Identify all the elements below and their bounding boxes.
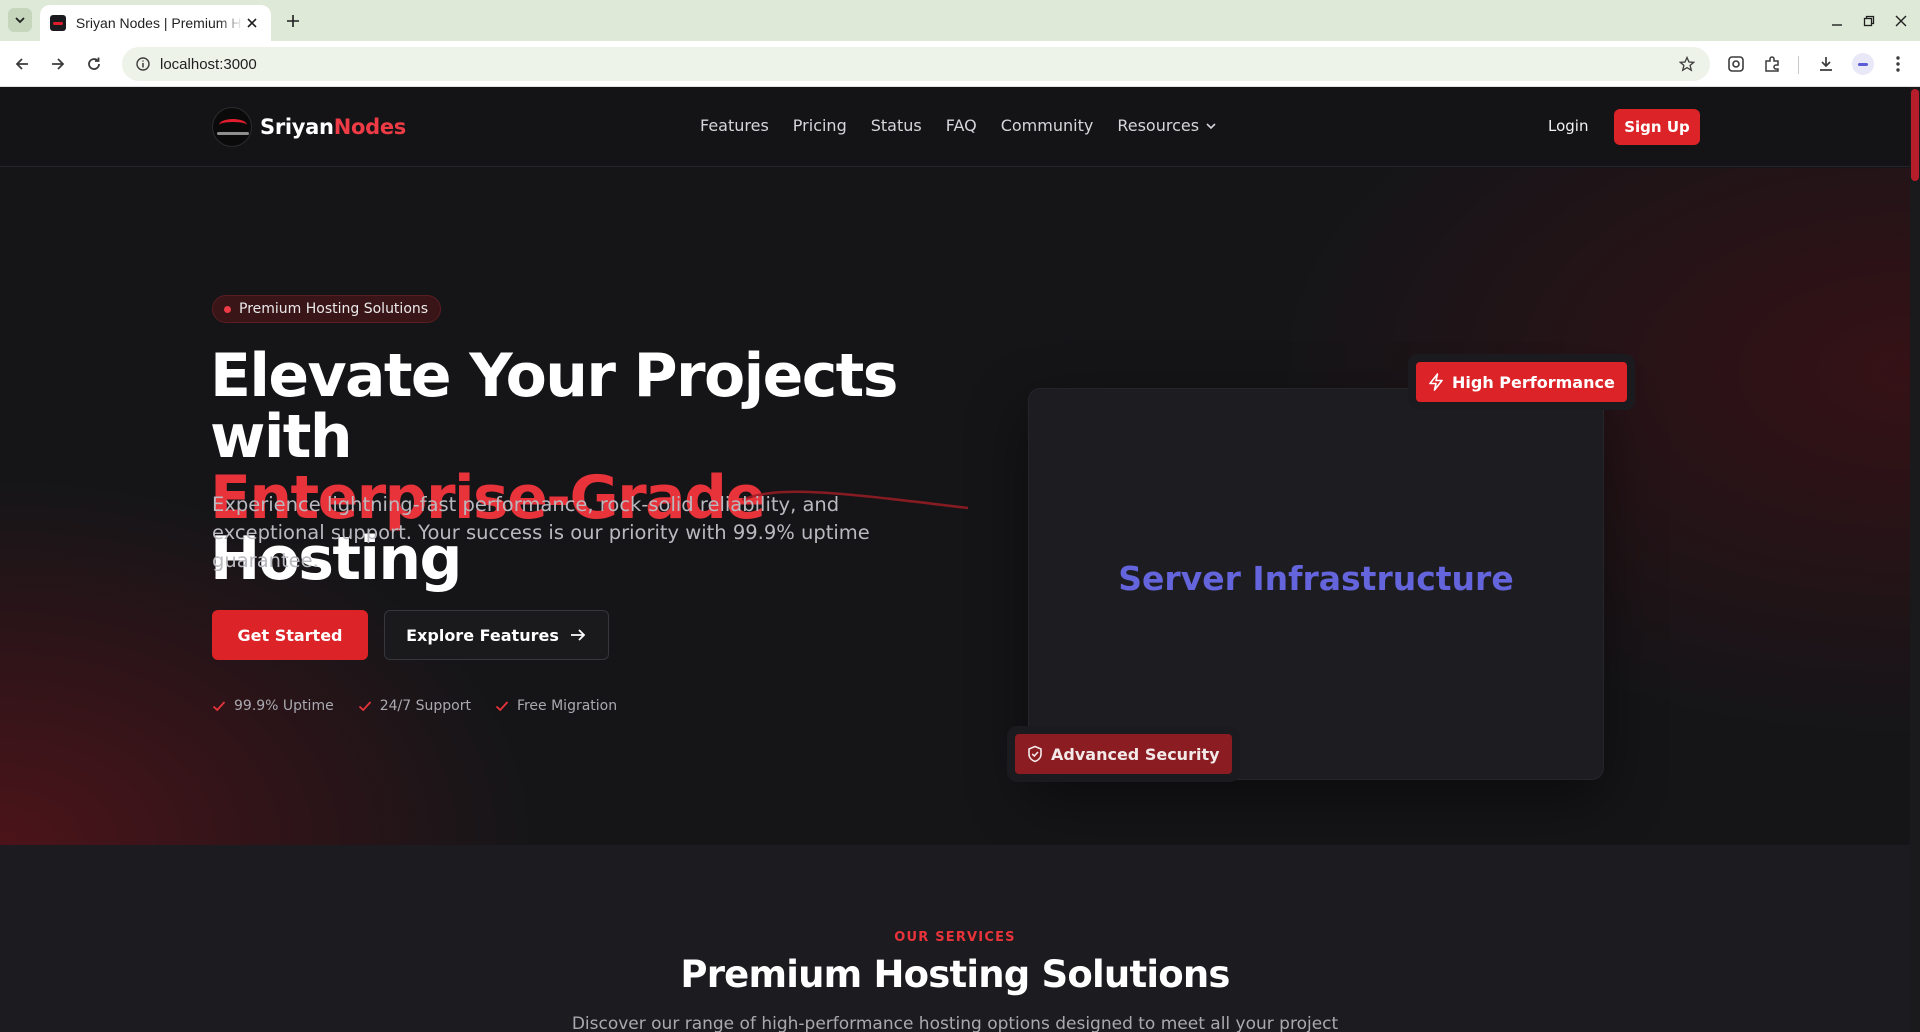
services-section: OUR SERVICES Premium Hosting Solutions D… [0,845,1910,1032]
extension-button[interactable] [1724,52,1748,76]
hero-badge-label: Premium Hosting Solutions [239,301,429,317]
back-button[interactable] [10,52,34,76]
url-text: localhost:3000 [160,55,257,73]
brand-name-part-1: Sriyan [260,115,334,139]
restore-button[interactable] [1858,10,1880,32]
extension-gear-icon [1728,56,1744,72]
plus-icon [287,15,299,27]
headline-line-1: Elevate Your Projects with [210,341,898,472]
hero-section: Premium Hosting Solutions Elevate Your P… [0,168,1910,845]
page-viewport: SriyanNodes Features Pricing Status FAQ … [0,87,1920,1032]
nav-links: Features Pricing Status FAQ Community Re… [700,116,1217,135]
infra-card-title: Server Infrastructure [1118,559,1514,598]
browser-toolbar: localhost:3000 [0,41,1920,87]
nav-link-resources[interactable]: Resources [1117,116,1217,135]
browser-menu-button[interactable] [1886,52,1910,76]
info-icon[interactable] [136,57,150,71]
site-navbar: SriyanNodes Features Pricing Status FAQ … [0,87,1910,167]
reload-button[interactable] [82,52,106,76]
check-item-support: 24/7 Support [358,698,471,714]
lightning-icon [1429,373,1443,391]
chevron-down-icon [1206,122,1216,129]
services-description: Discover our range of high-performance h… [571,1014,1339,1032]
performance-badge-frame: High Performance [1408,354,1635,410]
puzzle-icon [1765,56,1779,72]
shield-check-icon [1028,745,1042,763]
more-vertical-icon [1896,56,1900,72]
nav-link-pricing[interactable]: Pricing [793,116,847,135]
arrow-right-icon [570,629,586,641]
nav-link-faq[interactable]: FAQ [946,116,977,135]
security-badge-label: Advanced Security [1051,744,1220,764]
performance-badge-label: High Performance [1452,372,1615,392]
check-icon [495,701,509,712]
chevron-down-icon [15,17,25,24]
security-badge-frame: Advanced Security [1007,726,1240,782]
brand-logo[interactable]: SriyanNodes [212,107,406,147]
nav-link-resources-label: Resources [1117,116,1200,135]
arrow-left-icon [15,58,28,70]
services-eyebrow: OUR SERVICES [894,930,1016,945]
close-icon[interactable] [243,14,261,32]
services-title: Premium Hosting Solutions [680,953,1230,996]
signup-button[interactable]: Sign Up [1614,109,1700,145]
close-icon [1895,15,1907,27]
check-item-migration: Free Migration [495,698,617,714]
downloads-button[interactable] [1814,52,1838,76]
bookmark-button[interactable] [1676,53,1698,75]
site-favicon-icon [50,15,66,31]
check-icon [212,701,226,712]
get-started-button[interactable]: Get Started [212,610,368,660]
download-icon [1820,57,1832,71]
address-bar[interactable]: localhost:3000 [122,47,1710,81]
minimize-icon [1832,24,1842,26]
hero-subtext: Experience lightning-fast performance, r… [212,493,870,572]
explore-features-label: Explore Features [406,625,559,645]
logo-icon [212,107,252,147]
browser-tab[interactable]: Sriyan Nodes | Premium Hosting [40,5,271,41]
close-window-button[interactable] [1890,10,1912,32]
performance-badge: High Performance [1416,362,1627,402]
scrollbar-thumb[interactable] [1911,89,1919,181]
nav-link-features[interactable]: Features [700,116,769,135]
explore-features-button[interactable]: Explore Features [384,610,609,660]
page-scrollbar[interactable] [1910,87,1920,1032]
badge-dot [224,306,231,313]
toolbar-divider [1798,56,1799,74]
tab-search-button[interactable] [8,8,32,32]
check-icon [358,701,371,712]
tab-title: Sriyan Nodes | Premium Hosting [75,15,243,31]
check-item-label: 99.9% Uptime [234,698,334,714]
reload-icon [88,57,100,70]
check-item-label: Free Migration [516,698,618,714]
login-link[interactable]: Login [1548,117,1588,135]
security-badge: Advanced Security [1015,734,1232,774]
restore-icon [1863,15,1875,27]
new-tab-button[interactable] [282,10,304,32]
nav-link-community[interactable]: Community [1001,116,1094,135]
nav-link-status[interactable]: Status [871,116,922,135]
hero-checklist: 99.9% Uptime 24/7 Support Free Migration [212,698,617,714]
extensions-menu-button[interactable] [1760,52,1784,76]
server-infrastructure-card: Server Infrastructure [1028,388,1604,780]
check-item-label: 24/7 Support [379,698,471,714]
check-item-uptime: 99.9% Uptime [212,698,334,714]
arrow-right-icon [52,58,65,70]
minimize-button[interactable] [1826,10,1848,32]
hero-badge: Premium Hosting Solutions [212,295,442,323]
brand-name-part-2: Nodes [333,115,407,139]
forward-button[interactable] [46,52,70,76]
browser-tab-strip: Sriyan Nodes | Premium Hosting [0,0,1920,41]
brand-name: SriyanNodes [260,115,406,139]
star-icon [1679,56,1695,72]
profile-avatar[interactable] [1852,53,1874,75]
